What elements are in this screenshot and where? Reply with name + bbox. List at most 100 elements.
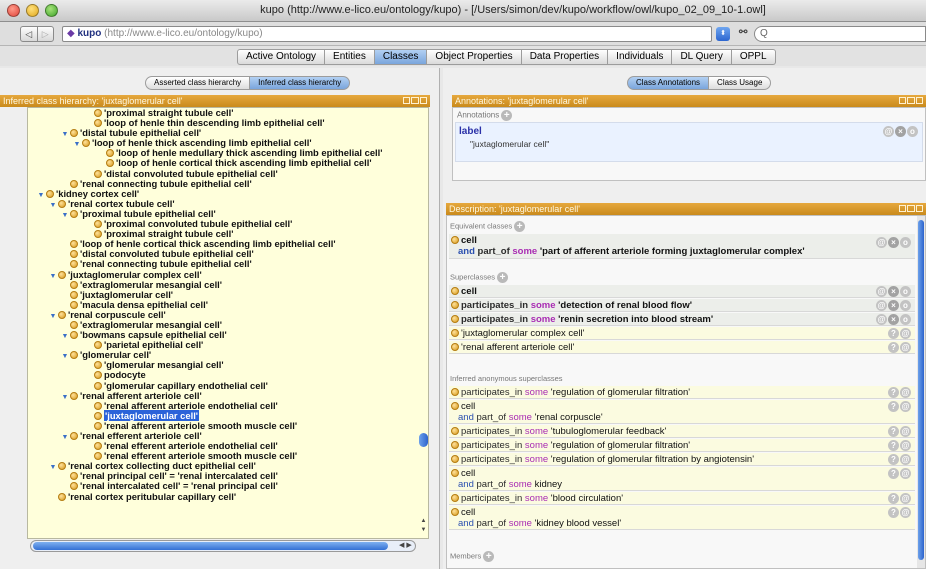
annotate-icon[interactable]: @ <box>900 454 911 465</box>
annotate-icon[interactable]: @ <box>900 387 911 398</box>
add-annotation-button[interactable]: + <box>501 110 513 121</box>
annotate-icon[interactable]: @ <box>900 342 911 353</box>
subtab-asserted-class-hierarchy[interactable]: Asserted class hierarchy <box>145 76 251 90</box>
class-hierarchy-tree[interactable]: 'proximal straight tubule cell''loop of … <box>27 107 429 539</box>
binoculars-icon: ⚯ <box>739 27 748 38</box>
search-input[interactable]: Q <box>754 26 926 42</box>
class-icon <box>94 452 102 461</box>
edit-icon[interactable]: o <box>907 126 918 137</box>
tab-data-properties[interactable]: Data Properties <box>521 49 609 65</box>
remove-icon[interactable]: × <box>888 314 899 325</box>
explain-icon[interactable]: ? <box>888 493 899 504</box>
tree-node[interactable]: ▼'glomerular cell' <box>28 350 428 361</box>
superclass-row[interactable]: participates_in some 'detection of renal… <box>449 299 915 312</box>
scroll-up-arrow[interactable]: ▲ <box>419 518 428 524</box>
tree-vscroll-thumb[interactable] <box>419 433 428 447</box>
tree-node[interactable]: ▼'bowmans capsule epithelial cell' <box>28 330 428 341</box>
annotation-row[interactable]: label "juxtaglomerular cell" @ × o <box>455 122 923 162</box>
remove-icon[interactable]: × <box>895 126 906 137</box>
explain-icon[interactable]: ? <box>888 454 899 465</box>
explain-icon[interactable]: ? <box>888 401 899 412</box>
hscroll-arrows[interactable]: ◀ ▶ <box>399 541 412 549</box>
edit-icon[interactable]: o <box>900 300 911 311</box>
tree-horizontal-scrollbar[interactable] <box>30 540 416 552</box>
inferred-superclass-row[interactable]: cell and part_of some kidney ? @ <box>449 467 915 491</box>
tab-entities[interactable]: Entities <box>325 49 375 65</box>
inferred-superclass-row[interactable]: participates_in some 'regulation of glom… <box>449 439 915 452</box>
class-icon <box>58 462 66 471</box>
scroll-down-arrow[interactable]: ▼ <box>419 527 428 533</box>
explain-icon[interactable]: ? <box>888 468 899 479</box>
description-vertical-scrollbar[interactable] <box>917 216 925 568</box>
annotate-icon[interactable]: @ <box>876 314 887 325</box>
remove-icon[interactable]: × <box>888 300 899 311</box>
edit-icon[interactable]: o <box>900 286 911 297</box>
equivalent-class-row[interactable]: cell and part_of some 'part of afferent … <box>449 234 915 259</box>
property-name: participates_in <box>461 300 531 311</box>
inferred-superclass-row[interactable]: participates_in some 'tubuloglomerular f… <box>449 425 915 438</box>
main-tab-bar: Active Ontology Entities Classes Object Pro… <box>0 46 926 66</box>
annotate-icon[interactable]: @ <box>876 237 887 248</box>
tab-dl-query[interactable]: DL Query <box>672 49 732 65</box>
tab-individuals[interactable]: Individuals <box>608 49 673 65</box>
description-vscroll-thumb[interactable] <box>918 220 924 560</box>
tree-hscroll-thumb[interactable] <box>33 542 388 550</box>
remove-icon[interactable]: × <box>888 237 899 248</box>
superclass-row[interactable]: participates_in some 'renin secretion in… <box>449 313 915 326</box>
subtab-inferred-class-hierarchy[interactable]: Inferred class hierarchy <box>250 76 351 90</box>
tree-node[interactable]: 'renal afferent arteriole endothelial ce… <box>28 400 428 411</box>
annotate-icon[interactable]: @ <box>900 468 911 479</box>
explain-icon[interactable]: ? <box>888 507 899 518</box>
zoom-window-button[interactable] <box>45 4 58 17</box>
annotation-value: "juxtaglomerular cell" <box>470 139 550 149</box>
tab-classes[interactable]: Classes <box>374 49 428 65</box>
add-equivalent-class-button[interactable]: + <box>514 221 526 232</box>
tab-oppl[interactable]: OPPL <box>731 49 776 65</box>
annotate-icon[interactable]: @ <box>900 401 911 412</box>
inferred-superclass-row[interactable]: 'renal afferent arteriole cell'? @ <box>449 341 915 354</box>
inferred-superclass-row[interactable]: participates_in some 'blood circulation'… <box>449 492 915 505</box>
minimize-window-button[interactable] <box>26 4 39 17</box>
inferred-superclass-row[interactable]: participates_in some 'regulation of glom… <box>449 453 915 466</box>
explain-icon[interactable]: ? <box>888 426 899 437</box>
annotate-icon[interactable]: @ <box>900 440 911 451</box>
remove-icon[interactable]: × <box>888 286 899 297</box>
annotate-icon[interactable]: @ <box>876 300 887 311</box>
row-icons: @ × o <box>876 237 911 248</box>
forward-button[interactable]: ▷ <box>36 27 54 41</box>
ontology-dropdown-stepper[interactable]: ⬍ <box>716 27 730 41</box>
inferred-superclass-row[interactable]: participates_in some 'regulation of glom… <box>449 386 915 399</box>
edit-icon[interactable]: o <box>900 237 911 248</box>
subtab-class-annotations[interactable]: Class Annotations <box>627 76 710 90</box>
explain-icon[interactable]: ? <box>888 440 899 451</box>
inferred-superclass-row[interactable]: 'juxtaglomerular complex cell'? @ <box>449 327 915 340</box>
add-superclass-button[interactable]: + <box>497 272 509 283</box>
description-header: Description: 'juxtaglomerular cell' <box>446 203 926 215</box>
annotate-icon[interactable]: @ <box>900 328 911 339</box>
inferred-superclass-row[interactable]: cell and part_of some 'kidney blood vess… <box>449 506 915 530</box>
tree-vertical-scrollbar[interactable]: ▲ ▼ <box>418 113 429 539</box>
edit-icon[interactable]: o <box>900 314 911 325</box>
annotate-icon[interactable]: @ <box>883 126 894 137</box>
tree-node[interactable]: 'renal cortex peritubular capillary cell… <box>28 491 428 502</box>
active-ontology-selector[interactable]: ◆ kupo (http://www.e-lico.eu/ontology/ku… <box>62 26 712 42</box>
annotate-icon[interactable]: @ <box>876 286 887 297</box>
view-window-icons[interactable] <box>899 97 923 104</box>
tab-object-properties[interactable]: Object Properties <box>427 49 522 65</box>
tab-active-ontology[interactable]: Active Ontology <box>237 49 326 65</box>
close-window-button[interactable] <box>7 4 20 17</box>
tree-node[interactable]: 'glomerular mesangial cell' <box>28 360 428 370</box>
explain-icon[interactable]: ? <box>888 328 899 339</box>
annotate-icon[interactable]: @ <box>900 507 911 518</box>
explain-icon[interactable]: ? <box>888 342 899 353</box>
back-button[interactable]: ◁ <box>21 27 37 41</box>
explain-icon[interactable]: ? <box>888 387 899 398</box>
subtab-class-usage[interactable]: Class Usage <box>709 76 772 90</box>
annotate-icon[interactable]: @ <box>900 426 911 437</box>
view-window-icons[interactable] <box>899 205 923 212</box>
add-member-button[interactable]: + <box>483 551 495 562</box>
inferred-superclass-row[interactable]: cell and part_of some 'renal corpuscle' … <box>449 400 915 424</box>
superclass-row[interactable]: cell @ × o <box>449 285 915 298</box>
annotate-icon[interactable]: @ <box>900 493 911 504</box>
view-window-icons[interactable] <box>403 97 427 104</box>
